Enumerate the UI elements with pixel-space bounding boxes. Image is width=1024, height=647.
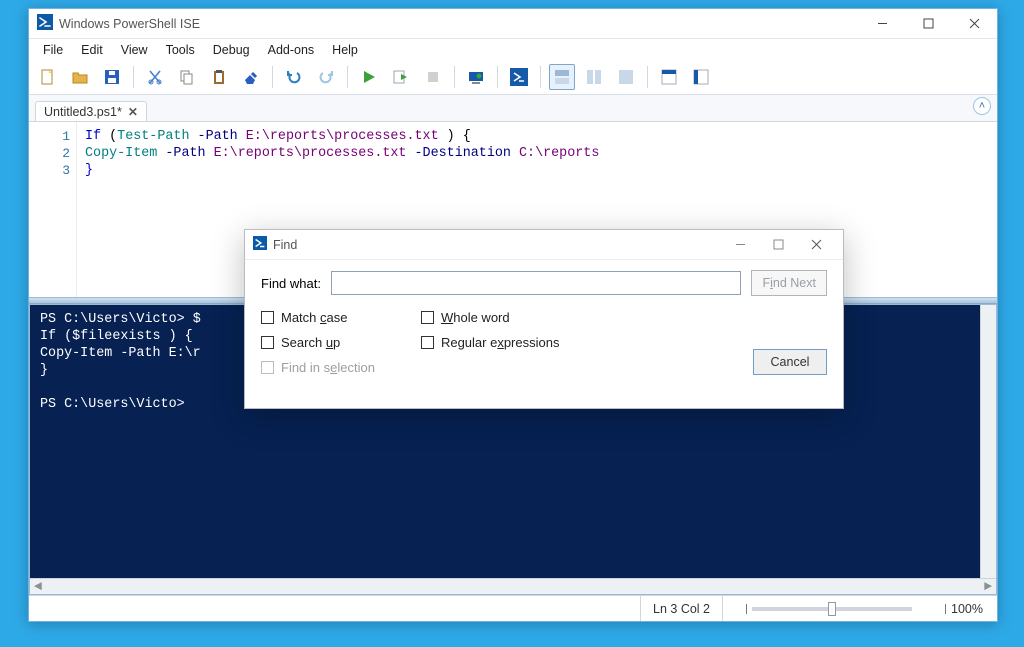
status-bar: Ln 3 Col 2 100%	[29, 595, 997, 621]
toolbar-separator	[647, 66, 648, 88]
collapse-script-pane-icon[interactable]: ˄	[973, 97, 991, 115]
cut-icon[interactable]	[142, 64, 168, 90]
find-title-text: Find	[273, 238, 297, 252]
find-next-button[interactable]: Find Next	[751, 270, 827, 296]
undo-icon[interactable]	[281, 64, 307, 90]
find-what-input[interactable]	[331, 271, 742, 295]
toolbar-separator	[454, 66, 455, 88]
find-win-controls	[721, 233, 835, 257]
find-app-icon	[253, 236, 267, 253]
remote-icon[interactable]	[463, 64, 489, 90]
menu-edit[interactable]: Edit	[73, 41, 111, 59]
scroll-left-icon[interactable]: ◄	[30, 579, 46, 595]
console-horizontal-scrollbar[interactable]: ◄ ►	[30, 578, 996, 594]
toolbar	[29, 61, 997, 95]
zoom-thumb[interactable]	[828, 602, 836, 616]
whole-word-checkbox[interactable]: Whole word	[421, 310, 560, 325]
find-dialog[interactable]: Find Find what: Find Next Match case Sea…	[244, 229, 844, 409]
tab-label: Untitled3.ps1*	[44, 105, 122, 119]
maximize-button[interactable]	[905, 9, 951, 39]
app-icon	[37, 14, 53, 33]
menu-debug[interactable]: Debug	[205, 41, 258, 59]
show-command-icon[interactable]	[688, 64, 714, 90]
run-selection-icon[interactable]	[388, 64, 414, 90]
toolbar-separator	[540, 66, 541, 88]
find-what-label: Find what:	[261, 276, 321, 291]
tab-untitled3[interactable]: Untitled3.ps1* ✕	[35, 101, 147, 122]
titlebar[interactable]: Windows PowerShell ISE	[29, 9, 997, 39]
zoom-min-tick	[746, 604, 747, 614]
search-up-checkbox[interactable]: Search up	[261, 335, 375, 350]
tabstrip: Untitled3.ps1* ✕ ˄	[29, 95, 997, 121]
regex-checkbox[interactable]: Regular expressions	[421, 335, 560, 350]
save-icon[interactable]	[99, 64, 125, 90]
layout-side-icon[interactable]	[581, 64, 607, 90]
zoom-slider[interactable]	[752, 607, 912, 611]
minimize-button[interactable]	[859, 9, 905, 39]
redo-icon[interactable]	[313, 64, 339, 90]
zoom-level: 100%	[951, 602, 983, 616]
paste-icon[interactable]	[206, 64, 232, 90]
find-what-row: Find what: Find Next	[261, 270, 827, 296]
menu-tools[interactable]: Tools	[158, 41, 203, 59]
line-gutter: 1 2 3	[29, 122, 77, 297]
toolbar-separator	[133, 66, 134, 88]
find-in-selection-checkbox: Find in selection	[261, 360, 375, 375]
layout-script-top-icon[interactable]	[549, 64, 575, 90]
powershell-icon[interactable]	[506, 64, 532, 90]
copy-icon[interactable]	[174, 64, 200, 90]
match-case-checkbox[interactable]: Match case	[261, 310, 375, 325]
win-controls	[859, 9, 997, 39]
new-file-icon[interactable]	[35, 64, 61, 90]
cancel-button[interactable]: Cancel	[753, 349, 827, 375]
find-maximize-button[interactable]	[759, 233, 797, 257]
close-button[interactable]	[951, 9, 997, 39]
console-vertical-scrollbar[interactable]	[980, 305, 996, 578]
menu-addons[interactable]: Add-ons	[260, 41, 323, 59]
menu-file[interactable]: File	[35, 41, 71, 59]
menu-help[interactable]: Help	[324, 41, 366, 59]
run-icon[interactable]	[356, 64, 382, 90]
window-title: Windows PowerShell ISE	[59, 17, 200, 31]
find-minimize-button[interactable]	[721, 233, 759, 257]
layout-full-icon[interactable]	[613, 64, 639, 90]
clear-icon[interactable]	[238, 64, 264, 90]
scroll-right-icon[interactable]: ►	[980, 579, 996, 595]
close-tab-icon[interactable]: ✕	[128, 105, 138, 119]
find-titlebar[interactable]: Find	[245, 230, 843, 260]
find-options: Match case Search up Find in selection W…	[261, 306, 559, 375]
zoom-max-tick	[945, 604, 946, 614]
toolbar-separator	[347, 66, 348, 88]
stop-icon[interactable]	[420, 64, 446, 90]
command-addon-icon[interactable]	[656, 64, 682, 90]
toolbar-separator	[272, 66, 273, 88]
menubar: File Edit View Tools Debug Add-ons Help	[29, 39, 997, 61]
find-close-button[interactable]	[797, 233, 835, 257]
toolbar-separator	[497, 66, 498, 88]
menu-view[interactable]: View	[113, 41, 156, 59]
open-folder-icon[interactable]	[67, 64, 93, 90]
main-window: Windows PowerShell ISE File Edit View To…	[28, 8, 998, 622]
cursor-position: Ln 3 Col 2	[640, 596, 723, 621]
find-body: Find what: Find Next Match case Search u…	[245, 260, 843, 408]
